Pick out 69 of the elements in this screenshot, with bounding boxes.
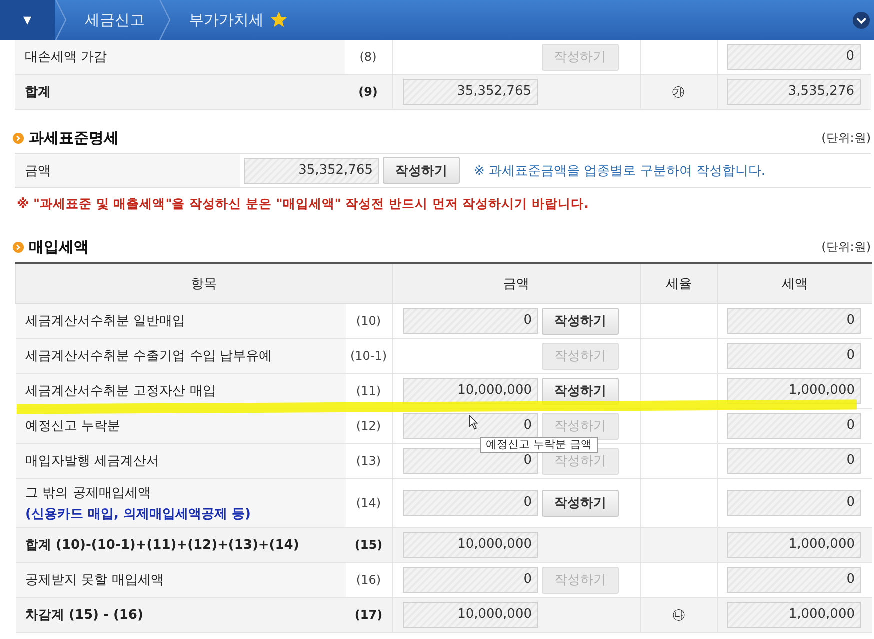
- row-label: 차감계 (15) - (16): [26, 608, 144, 623]
- tax-field[interactable]: 0: [727, 567, 861, 593]
- row-number: (17): [354, 608, 383, 622]
- row-number: (12): [356, 419, 382, 433]
- unit-label: (단위:원): [822, 130, 871, 146]
- row-label: 세금계산서수취분 일반매입: [26, 314, 186, 329]
- row-number: (10): [356, 314, 382, 328]
- star-icon[interactable]: [270, 11, 288, 29]
- column-header: 세액: [718, 263, 872, 304]
- row-label: 공제받지 못할 매입세액: [26, 573, 164, 588]
- circled-mark: ㉯: [672, 608, 686, 623]
- amount-field[interactable]: 10,000,000: [403, 378, 538, 404]
- row-sublabel: (신용카드 매입, 의제매입세액공제 등): [26, 506, 252, 522]
- row-number: (11): [356, 384, 382, 398]
- breadcrumb-separator-icon: [159, 0, 171, 40]
- tax-field[interactable]: 0: [727, 413, 861, 439]
- row-number: (9): [358, 85, 378, 99]
- section-bullet-icon: [13, 132, 24, 144]
- amount-field[interactable]: 10,000,000: [403, 532, 538, 558]
- warning-text: ※ "과세표준 및 매출세액"을 작성하신 분은 "매입세액" 작성전 반드시 먼저 작성하시기 바랍니다.: [16, 196, 590, 213]
- amount-field[interactable]: 0: [403, 567, 538, 593]
- mouse-cursor-icon: [469, 415, 479, 430]
- row-label: 세금계산서수취분 고정자산 매입: [26, 384, 216, 399]
- tax-field[interactable]: 3,535,276: [726, 79, 860, 105]
- row-label: 세금계산서수취분 수출기업 수입 납부유예: [26, 349, 272, 364]
- row-label: 합계: [25, 85, 51, 100]
- tax-field[interactable]: 0: [726, 44, 860, 70]
- column-header: 세율: [640, 263, 718, 304]
- unit-label: (단위:원): [822, 238, 871, 256]
- section-bullet-icon: [13, 242, 24, 252]
- tooltip: 예정신고 누락분 금액: [480, 437, 598, 453]
- expand-icon[interactable]: [852, 10, 871, 30]
- section-title: 과세표준명세: [29, 128, 119, 148]
- menu-dropdown-button[interactable]: ▾: [0, 0, 55, 40]
- row-number: (15): [354, 538, 383, 552]
- tax-field[interactable]: 1,000,000: [727, 602, 861, 628]
- section-title: 매입세액: [29, 238, 89, 256]
- write-button[interactable]: 작성하기: [383, 157, 460, 184]
- tax-field[interactable]: 1,000,000: [727, 532, 861, 558]
- amount-field[interactable]: 0: [403, 413, 538, 439]
- row-number: (8): [360, 50, 377, 64]
- amount-field[interactable]: 10,000,000: [403, 602, 538, 628]
- breadcrumb-link[interactable]: 세금신고: [67, 10, 159, 30]
- tax-field[interactable]: 0: [727, 448, 861, 474]
- amount-field[interactable]: 35,352,765: [244, 158, 379, 184]
- tax-field[interactable]: 0: [727, 308, 861, 334]
- row-number: (13): [356, 454, 382, 468]
- row-label: 대손세액 가감: [25, 50, 108, 65]
- row-number: (16): [356, 573, 382, 587]
- write-button[interactable]: 작성하기: [542, 490, 619, 516]
- tax-field[interactable]: 0: [727, 490, 861, 516]
- breadcrumb-separator-icon: [55, 0, 67, 40]
- write-button[interactable]: 작성하기: [542, 308, 619, 334]
- row-label: 그 밖의 공제매입세액: [26, 486, 151, 500]
- row-label: 매입자발행 세금계산서: [26, 454, 160, 469]
- column-header: 금액: [392, 263, 640, 304]
- row-label: 금액: [24, 162, 52, 180]
- row-number: (10-1): [350, 349, 388, 363]
- row-label: 합계 (10)-(10-1)+(11)+(12)+(13)+(14): [26, 538, 300, 553]
- amount-field[interactable]: 0: [403, 308, 538, 334]
- circled-mark: ㉮: [672, 85, 685, 100]
- tax-field[interactable]: 0: [727, 343, 861, 369]
- amount-field[interactable]: 35,352,765: [402, 79, 538, 105]
- amount-field[interactable]: 0: [403, 490, 538, 516]
- note-text: ※ 과세표준금액을 업종별로 구분하여 작성합니다.: [474, 162, 766, 180]
- column-header: 항목: [16, 263, 392, 304]
- row-label: 예정신고 누락분: [26, 419, 121, 434]
- row-number: (14): [356, 496, 382, 510]
- breadcrumb-link[interactable]: 부가가치세: [171, 10, 302, 30]
